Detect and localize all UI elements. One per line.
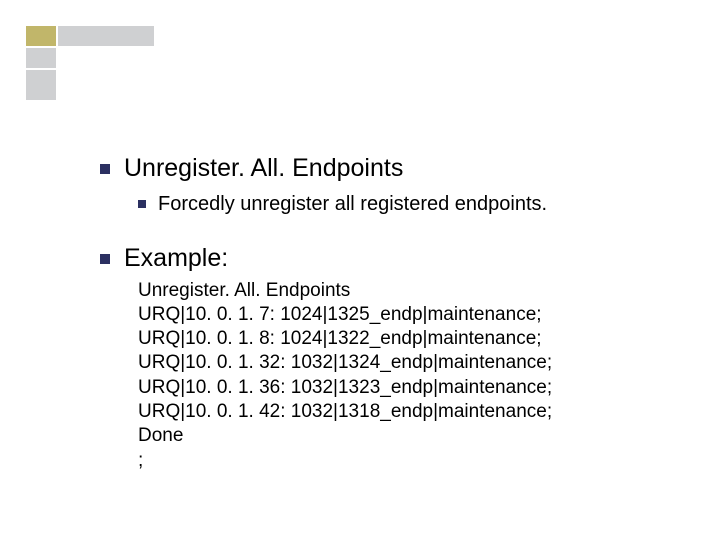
corner-decoration <box>26 26 156 102</box>
example-line: URQ|10. 0. 1. 8: 1024|1322_endp|maintena… <box>138 327 680 351</box>
example-line: URQ|10. 0. 1. 32: 1032|1324_endp|mainten… <box>138 351 680 375</box>
square-bullet-icon <box>100 164 110 174</box>
square-bullet-icon <box>100 254 110 264</box>
item-example: Example: <box>100 243 680 274</box>
example-line: URQ|10. 0. 1. 36: 1032|1323_endp|mainten… <box>138 376 680 400</box>
example-code-block: Unregister. All. Endpoints URQ|10. 0. 1.… <box>138 279 680 474</box>
item-unregister-desc: Forcedly unregister all registered endpo… <box>138 192 680 217</box>
item-title: Example: <box>124 243 228 274</box>
example-line: Done <box>138 424 680 448</box>
example-line: ; <box>138 449 680 473</box>
example-line: URQ|10. 0. 1. 42: 1032|1318_endp|mainten… <box>138 400 680 424</box>
item-unregister: Unregister. All. Endpoints <box>100 153 680 184</box>
item-title: Unregister. All. Endpoints <box>124 153 403 184</box>
item-desc: Forcedly unregister all registered endpo… <box>158 192 547 217</box>
example-line: URQ|10. 0. 1. 7: 1024|1325_endp|maintena… <box>138 303 680 327</box>
example-line: Unregister. All. Endpoints <box>138 279 680 303</box>
slide-content: Unregister. All. Endpoints Forcedly unre… <box>100 153 680 473</box>
square-bullet-icon <box>138 200 146 208</box>
